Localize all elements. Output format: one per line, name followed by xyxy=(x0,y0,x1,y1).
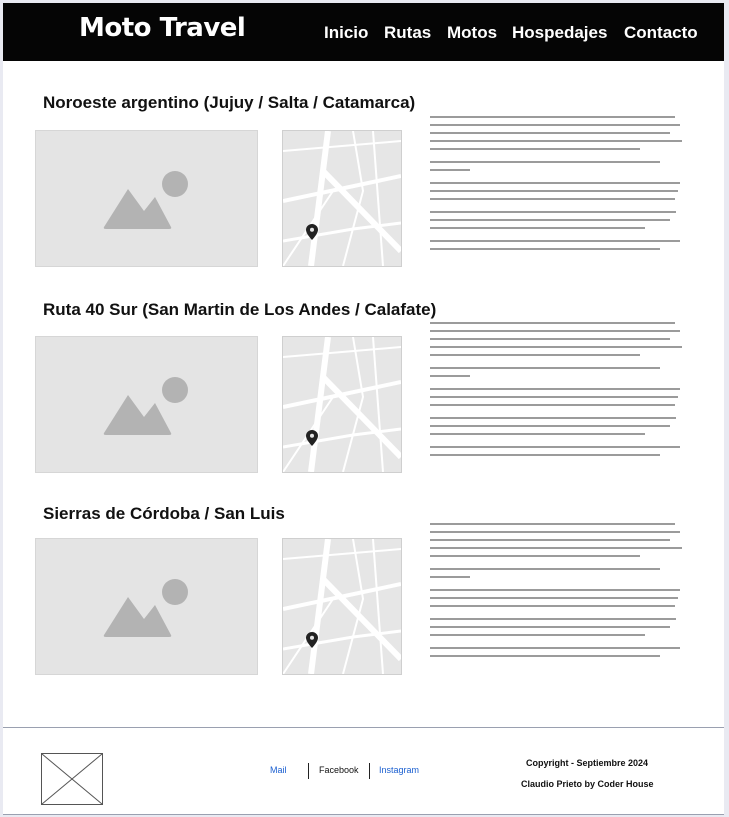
footer-divider xyxy=(308,763,309,779)
site-header: Moto Travel Inicio Rutas Motos Hospedaje… xyxy=(3,3,724,61)
credit-text: Claudio Prieto by Coder House xyxy=(521,779,654,789)
footer-link-mail[interactable]: Mail xyxy=(270,765,287,775)
image-placeholder-icon xyxy=(103,579,188,637)
copyright-text: Copyright - Septiembre 2024 xyxy=(526,758,649,768)
route-map xyxy=(282,130,402,267)
map-pin-icon xyxy=(306,632,318,648)
route-image xyxy=(35,538,258,675)
nav-hospedajes[interactable]: Hospedajes xyxy=(512,23,607,43)
route-image xyxy=(35,336,258,473)
route-image xyxy=(35,130,258,267)
image-placeholder-icon xyxy=(103,377,188,435)
route-map xyxy=(282,538,402,675)
footer-link-facebook[interactable]: Facebook xyxy=(319,765,359,775)
nav-rutas[interactable]: Rutas xyxy=(384,23,431,43)
map-pin-icon xyxy=(306,224,318,240)
image-placeholder-icon xyxy=(103,171,188,229)
route-title: Sierras de Córdoba / San Luis xyxy=(43,504,285,523)
site-footer: Mail Facebook Instagram Copyright - Sept… xyxy=(3,727,724,815)
nav-contacto[interactable]: Contacto xyxy=(624,23,698,43)
route-description xyxy=(430,322,686,462)
route-map xyxy=(282,336,402,473)
route-title: Noroeste argentino (Jujuy / Salta / Cata… xyxy=(43,93,416,112)
footer-divider xyxy=(369,763,370,779)
page: Moto Travel Inicio Rutas Motos Hospedaje… xyxy=(3,3,724,815)
logo-placeholder-icon xyxy=(41,753,103,805)
route-description xyxy=(430,523,686,663)
footer-link-instagram[interactable]: Instagram xyxy=(379,765,419,775)
main-nav: Inicio Rutas Motos Hospedajes Contacto xyxy=(3,23,724,47)
route-description xyxy=(430,116,686,256)
map-pin-icon xyxy=(306,430,318,446)
footer-logo xyxy=(41,753,103,805)
route-title: Ruta 40 Sur (San Martin de Los Andes / C… xyxy=(43,300,437,319)
nav-motos[interactable]: Motos xyxy=(447,23,497,43)
nav-inicio[interactable]: Inicio xyxy=(324,23,368,43)
